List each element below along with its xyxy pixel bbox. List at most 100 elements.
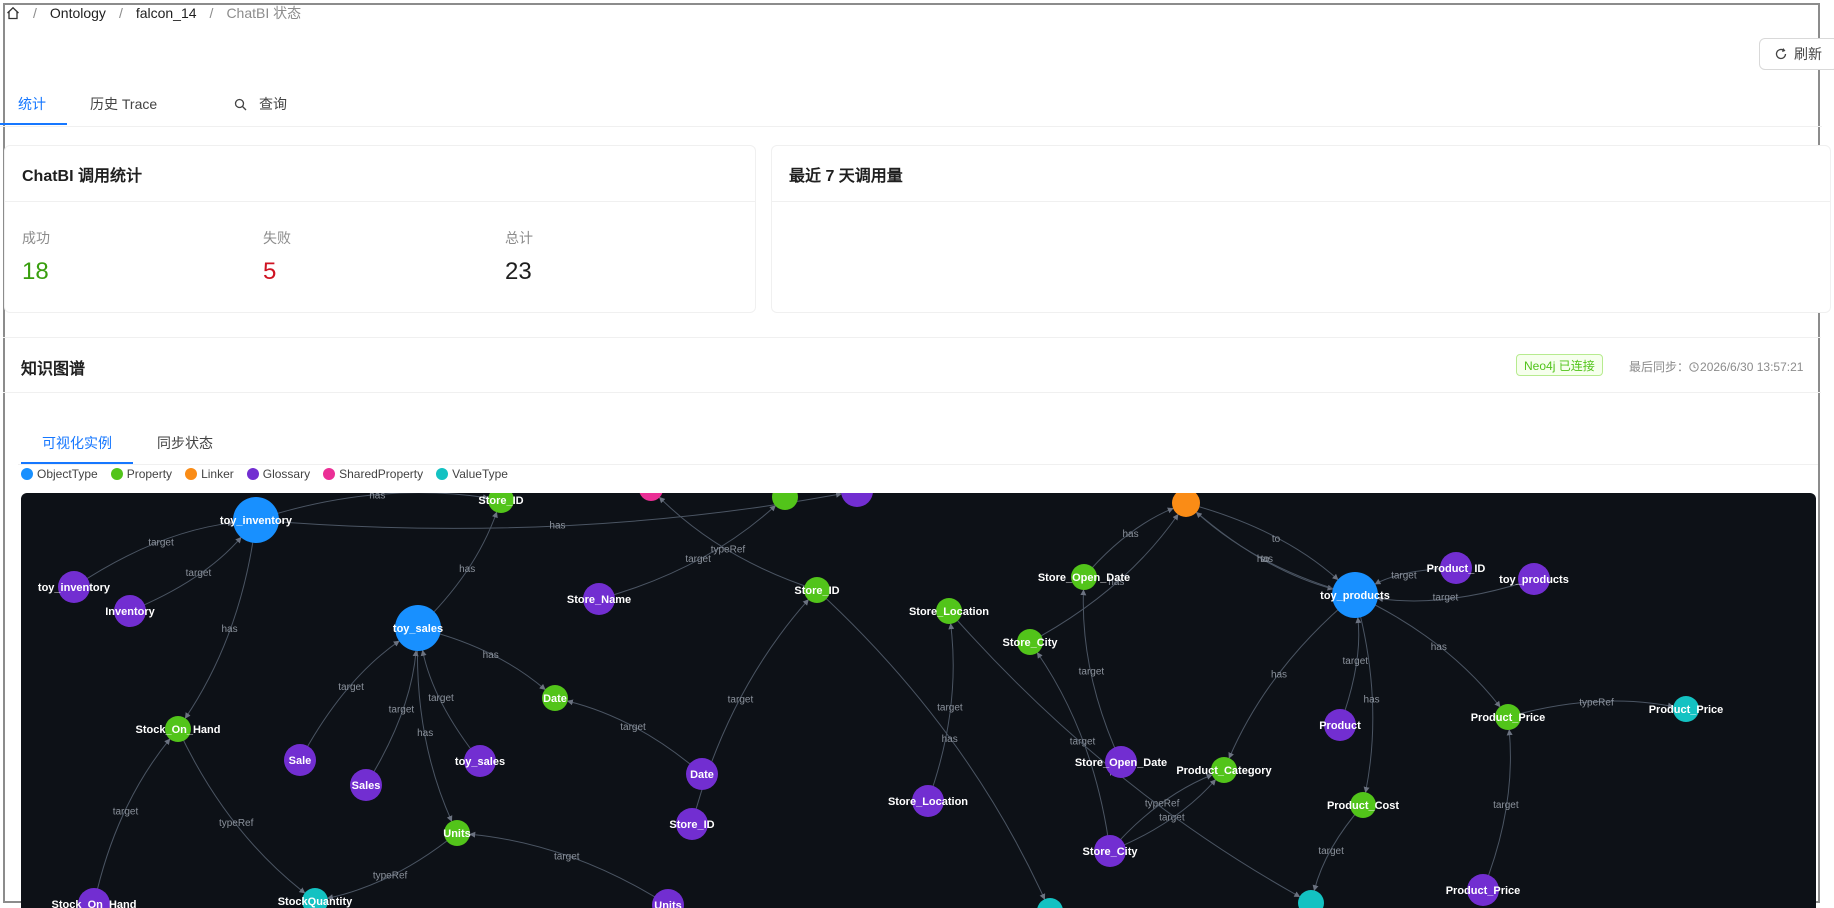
graph-node[interactable]: Store_Location bbox=[909, 598, 989, 624]
graph-node-label: Store_Open_Date bbox=[1038, 572, 1130, 584]
tab-stats[interactable]: 统计 bbox=[18, 94, 46, 114]
graph-node[interactable] bbox=[639, 493, 663, 501]
active-subtab-indicator bbox=[21, 462, 133, 464]
graph-edge bbox=[1195, 511, 1356, 596]
graph-edge bbox=[469, 831, 669, 906]
graph-edge-label: typeRef bbox=[711, 544, 746, 555]
graph-node[interactable]: Product_Category bbox=[1176, 757, 1273, 783]
legend-linker: Linker bbox=[185, 467, 234, 481]
graph-node[interactable]: Store_Location bbox=[888, 785, 968, 817]
graph-node-label: Stock_On_Hand bbox=[52, 899, 137, 908]
graph-node[interactable]: Inventory bbox=[105, 595, 156, 627]
graph-node[interactable]: Date bbox=[686, 758, 718, 790]
stat-success-label: 成功 bbox=[22, 230, 50, 246]
graph-node[interactable] bbox=[1037, 898, 1063, 908]
graph-node-circle[interactable] bbox=[1172, 493, 1200, 517]
graph-edge-label: target bbox=[1433, 593, 1459, 604]
tab-query-label: 查询 bbox=[259, 96, 287, 112]
breadcrumb-item-ontology[interactable]: Ontology bbox=[50, 5, 106, 21]
graph-node[interactable]: toy_inventory bbox=[38, 571, 111, 603]
graph-node[interactable]: Units bbox=[652, 889, 684, 908]
graph-node[interactable]: toy_products bbox=[1320, 572, 1390, 618]
reload-icon bbox=[1774, 47, 1788, 61]
graph-node[interactable]: Store_ID bbox=[669, 808, 715, 840]
knowledge-graph-canvas[interactable]: target target has has has has target target targ… bbox=[21, 493, 1816, 908]
graph-edge-label: target bbox=[937, 702, 963, 713]
graph-edge-label: has bbox=[1364, 695, 1380, 706]
graph-node-circle[interactable] bbox=[841, 493, 873, 507]
graph-edge-label: has bbox=[942, 734, 958, 745]
graph-edge-label: target bbox=[728, 695, 754, 706]
graph-node-label: Store_ID bbox=[669, 819, 714, 831]
graph-edge-label: to bbox=[1272, 534, 1281, 545]
graph-edge-label: has bbox=[369, 493, 385, 501]
graph-node-circle[interactable] bbox=[1037, 898, 1063, 908]
breadcrumb-item-project[interactable]: falcon_14 bbox=[136, 5, 197, 21]
graph-node[interactable]: Store_City bbox=[1082, 835, 1138, 867]
graph-node[interactable] bbox=[1298, 890, 1324, 908]
refresh-button[interactable]: 刷新 bbox=[1759, 38, 1834, 70]
stat-success: 成功 18 bbox=[22, 228, 50, 286]
graph-node[interactable] bbox=[1172, 493, 1200, 517]
graph-edge-label: typeRef bbox=[1579, 697, 1614, 708]
graph-edge-label: target bbox=[1070, 737, 1096, 748]
tab-sync-status[interactable]: 同步状态 bbox=[157, 433, 213, 453]
graph-node[interactable]: Product_Price bbox=[1471, 704, 1546, 730]
graph-node[interactable]: Product_Cost bbox=[1327, 792, 1399, 818]
graph-node[interactable]: toy_sales bbox=[393, 605, 443, 651]
knowledge-graph-header: 知识图谱 Neo4j 已连接 最后同步： 2026/6/30 13:57:21 bbox=[3, 337, 1821, 393]
graph-node[interactable] bbox=[772, 493, 798, 510]
graph-node-label: Store_ID bbox=[478, 495, 523, 507]
graph-node[interactable]: Sale bbox=[284, 744, 316, 776]
graph-edge bbox=[184, 519, 257, 719]
tab-visual-instances[interactable]: 可视化实例 bbox=[42, 433, 112, 453]
graph-node[interactable]: Product bbox=[1319, 709, 1361, 741]
graph-node[interactable]: Stock_On_Hand bbox=[52, 888, 137, 908]
graph-edge bbox=[1185, 502, 1339, 581]
tab-query[interactable]: 查询 bbox=[234, 94, 287, 114]
graph-node-label: StockQuantity bbox=[278, 896, 353, 908]
graph-node-label: toy_inventory bbox=[220, 515, 293, 527]
graph-edge-label: target bbox=[113, 806, 139, 817]
graph-svg[interactable]: target target has has has has target target targ… bbox=[21, 493, 1816, 908]
graph-node[interactable]: Store_ID bbox=[794, 577, 840, 603]
knowledge-graph-title: 知识图谱 bbox=[21, 361, 86, 378]
graph-node-label: Store_City bbox=[1002, 637, 1058, 649]
graph-edge-label: target bbox=[554, 851, 580, 862]
graph-node[interactable]: Store_City bbox=[1002, 629, 1058, 655]
graph-node-label: Product_ID bbox=[1427, 563, 1486, 575]
graph-node[interactable]: Product_ID bbox=[1427, 552, 1486, 584]
graph-edge-label: target bbox=[620, 722, 646, 733]
graph-node[interactable]: Units bbox=[443, 820, 471, 846]
graph-node[interactable] bbox=[841, 493, 873, 507]
home-icon[interactable] bbox=[6, 6, 20, 20]
graph-node[interactable]: StockQuantity bbox=[278, 888, 353, 908]
graph-node-circle[interactable] bbox=[1298, 890, 1324, 908]
graph-edge bbox=[598, 505, 776, 600]
graph-node[interactable]: toy_sales bbox=[455, 745, 505, 777]
graph-node[interactable]: Store_Open_Date bbox=[1075, 746, 1167, 778]
graph-node[interactable]: Product_Price bbox=[1446, 874, 1521, 906]
graph-node[interactable]: toy_inventory bbox=[220, 497, 293, 543]
last-sync-label: 最后同步： bbox=[1629, 360, 1690, 374]
active-tab-indicator bbox=[0, 123, 67, 125]
graph-node[interactable]: Product_Price bbox=[1649, 696, 1724, 722]
search-icon bbox=[234, 98, 247, 111]
graph-node-circle[interactable] bbox=[639, 493, 663, 501]
tab-history-trace[interactable]: 历史 Trace bbox=[90, 94, 157, 114]
graph-node-circle[interactable] bbox=[772, 493, 798, 510]
graph-node[interactable]: toy_products bbox=[1499, 563, 1569, 595]
graph-edge bbox=[1036, 652, 1111, 852]
graph-node-label: Product bbox=[1319, 720, 1361, 732]
graph-node[interactable]: Store_Name bbox=[567, 583, 631, 615]
graph-node[interactable]: Sales bbox=[350, 769, 382, 801]
graph-node[interactable]: Store_ID bbox=[478, 493, 524, 513]
graph-node[interactable]: Date bbox=[542, 685, 568, 711]
graph-node-label: Product_Price bbox=[1446, 885, 1521, 897]
clock-icon bbox=[1689, 361, 1699, 375]
graph-node[interactable]: Stock_On_Hand bbox=[136, 716, 221, 742]
graph-edge-label: has bbox=[483, 650, 499, 661]
stat-total-label: 总计 bbox=[505, 230, 533, 246]
graph-node-label: Date bbox=[690, 769, 714, 781]
stat-success-value: 18 bbox=[22, 258, 49, 285]
